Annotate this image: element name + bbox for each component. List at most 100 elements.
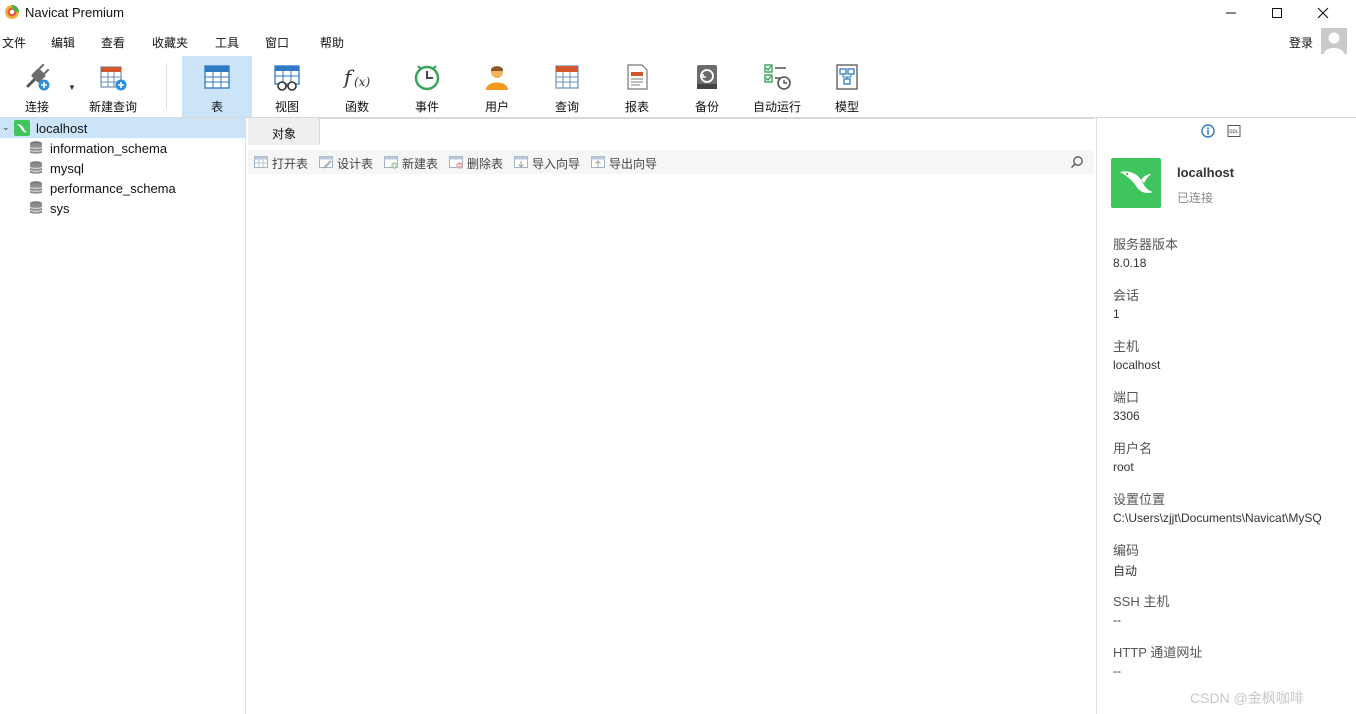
open-table-icon (254, 156, 268, 168)
menu-view[interactable]: 查看 (101, 34, 125, 51)
export-wizard-icon (591, 156, 605, 168)
tab-strip: 对象 (248, 118, 1094, 145)
minimize-button[interactable] (1208, 0, 1254, 26)
database-icon (29, 181, 43, 194)
menu-window[interactable]: 窗口 (265, 34, 289, 51)
automation-button[interactable]: 自动运行 (742, 56, 812, 117)
host-value: localhost (1113, 358, 1161, 372)
connect-dropdown-caret-icon[interactable]: ▼ (68, 83, 76, 92)
tab-strip-empty (320, 118, 1094, 145)
objects-list-area[interactable] (248, 174, 1094, 714)
close-button[interactable] (1300, 0, 1346, 26)
tree-database-mysql[interactable]: mysql (0, 158, 246, 178)
new-query-icon (100, 66, 127, 91)
search-icon[interactable] (1070, 155, 1084, 169)
delete-table-label: 删除表 (467, 157, 504, 171)
menu-file[interactable]: 文件 (2, 34, 26, 51)
username-label: 用户名 (1113, 441, 1153, 456)
ddl-icon[interactable]: DDL (1227, 124, 1241, 138)
report-icon (627, 64, 648, 90)
design-table-label: 设计表 (337, 157, 374, 171)
svg-text:DDL: DDL (1229, 129, 1238, 134)
new-table-icon (384, 156, 398, 169)
expand-chevron-down-icon[interactable]: ⌄ (2, 122, 10, 133)
ssh-host-value: -- (1113, 613, 1121, 627)
close-icon (1317, 7, 1329, 19)
database-icon (29, 141, 43, 154)
info-icon[interactable] (1201, 124, 1215, 138)
settings-location-label: 设置位置 (1113, 492, 1166, 507)
function-button[interactable]: f (x) 函数 (322, 56, 392, 117)
tree-database-performance-schema[interactable]: performance_schema (0, 178, 246, 198)
connection-tree: ⌄ localhost information_schema mysql per… (0, 118, 246, 714)
export-wizard-label: 导出向导 (609, 157, 658, 171)
query-icon (555, 65, 579, 89)
toolbar-separator (166, 63, 167, 109)
menu-bar: 文件 编辑 查看 收藏夹 工具 窗口 帮助 (0, 27, 1356, 55)
port-label: 端口 (1113, 390, 1140, 405)
settings-location-value: C:\Users\zjjt\Documents\Navicat\MySQ (1113, 511, 1322, 525)
model-button[interactable]: 模型 (812, 56, 882, 117)
event-button[interactable]: 事件 (392, 56, 462, 117)
function-icon: f (x) (342, 65, 370, 89)
menu-help[interactable]: 帮助 (320, 34, 344, 51)
http-tunnel-url-label: HTTP 通道网址 (1113, 645, 1203, 660)
user-button[interactable]: 用户 (462, 56, 532, 117)
login-link[interactable]: 登录 (1289, 34, 1313, 51)
host-label: 主机 (1113, 339, 1140, 354)
menu-edit[interactable]: 编辑 (51, 34, 75, 51)
watermark: CSDN @金枫咖啡 (1190, 690, 1304, 706)
connection-name: localhost (1177, 165, 1235, 180)
objects-toolbar: 打开表 设计表 新建表 删除表 导入向导 导出向导 (248, 150, 1094, 174)
sessions-label: 会话 (1113, 288, 1140, 303)
tree-database-information-schema[interactable]: information_schema (0, 138, 246, 158)
model-label: 模型 (834, 100, 859, 114)
table-button[interactable]: 表 (182, 56, 252, 117)
maximize-button[interactable] (1254, 0, 1300, 26)
import-wizard-icon (514, 156, 528, 168)
connect-button[interactable]: 连接 (2, 56, 72, 117)
avatar[interactable] (1321, 28, 1347, 54)
view-icon (274, 65, 300, 91)
view-button[interactable]: 视图 (252, 56, 322, 117)
encoding-value: 自动 (1113, 564, 1138, 578)
report-button[interactable]: 报表 (602, 56, 672, 117)
navicat-logo-icon (5, 5, 19, 19)
menu-favorites[interactable]: 收藏夹 (152, 34, 188, 51)
server-version-label: 服务器版本 (1113, 237, 1179, 252)
tab-objects-label: 对象 (272, 127, 297, 141)
backup-icon (697, 65, 717, 89)
table-icon (204, 65, 230, 89)
port-value: 3306 (1113, 409, 1140, 423)
ssh-host-label: SSH 主机 (1113, 594, 1170, 609)
table-label: 表 (210, 100, 223, 114)
user-icon (486, 66, 508, 90)
http-tunnel-url-value: -- (1113, 664, 1121, 678)
tree-connection-localhost[interactable]: ⌄ localhost (0, 118, 246, 138)
objects-pane: 对象 打开表 设计表 新建表 删除表 导入向导 导出向导 (248, 118, 1094, 714)
tree-connection-label: localhost (36, 121, 88, 136)
tree-database-label: mysql (50, 161, 84, 176)
navicat-window: Navicat Premium 文件 编辑 查看 收藏夹 工具 窗口 帮助 登录 (0, 0, 1356, 714)
backup-button[interactable]: 备份 (672, 56, 742, 117)
title-bar: Navicat Premium (0, 0, 1356, 26)
tree-database-sys[interactable]: sys (0, 198, 246, 218)
user-label: 用户 (484, 100, 509, 114)
event-label: 事件 (414, 100, 439, 114)
automation-icon (764, 64, 791, 90)
delete-table-icon (449, 156, 463, 169)
minimize-icon (1226, 12, 1236, 14)
tab-objects[interactable]: 对象 (248, 118, 320, 145)
new-query-label: 新建查询 (88, 100, 137, 114)
new-query-button[interactable]: 新建查询 (78, 56, 148, 117)
new-table-label: 新建表 (402, 157, 439, 171)
query-button[interactable]: 查询 (532, 56, 602, 117)
svg-text:(x): (x) (354, 75, 370, 89)
tree-database-label: sys (50, 201, 70, 216)
menu-tools[interactable]: 工具 (215, 34, 239, 51)
import-wizard-label: 导入向导 (532, 157, 581, 171)
function-label: 函数 (344, 100, 369, 114)
username-value: root (1113, 460, 1134, 474)
open-table-label: 打开表 (272, 157, 309, 171)
connect-label: 连接 (24, 100, 49, 114)
